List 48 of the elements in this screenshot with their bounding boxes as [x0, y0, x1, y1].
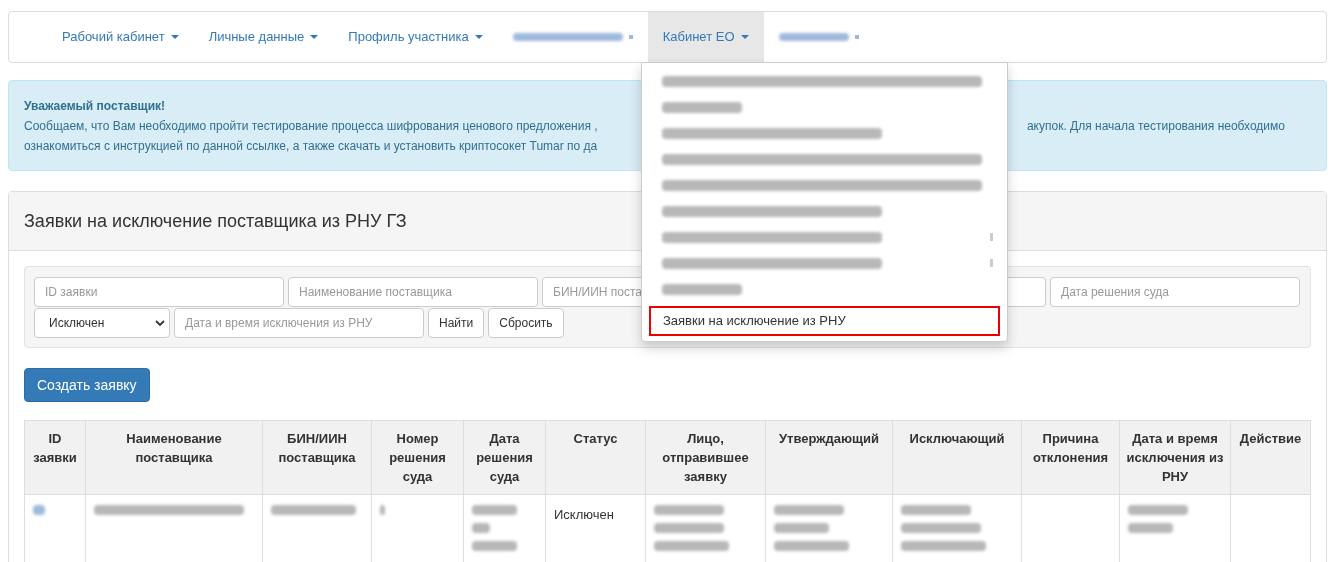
redacted-text: [654, 523, 724, 533]
column-header: Причина отклонения: [1021, 420, 1120, 495]
redacted-text: [778, 33, 849, 41]
nav-menu[interactable]: Кабинет ЕО: [647, 12, 764, 62]
filter-field[interactable]: Наименование поставщика: [288, 277, 538, 307]
redacted-text: [774, 505, 844, 515]
caret-icon: [474, 35, 483, 39]
alert-text: ознакомиться с инструкцией по данной ссылке, а также скачать и установить криптосокет Tumar по да: [24, 139, 598, 153]
redacted-text: [654, 505, 724, 515]
column-header: Исключающий: [892, 420, 1022, 495]
redacted-text: [1128, 505, 1188, 515]
column-header: Статус: [545, 420, 646, 495]
caret-icon: [740, 35, 749, 39]
create-button[interactable]: Создать заявку: [24, 368, 150, 402]
column-header: Утверждающий: [765, 420, 893, 495]
chevron-down-icon: [155, 320, 165, 326]
status-select[interactable]: Исключен: [34, 308, 170, 338]
column-header: Лицо, отправившее заявку: [645, 420, 766, 495]
filter-field[interactable]: Дата решения суда: [1050, 277, 1300, 307]
filter-button[interactable]: Найти: [428, 308, 485, 338]
alert-title: Уважаемый поставщик!: [24, 98, 166, 115]
redacted-text: [1128, 523, 1173, 533]
nav-menu[interactable]: Личные данные: [193, 12, 334, 62]
alert-text: Сообщаем, что Вам необходимо пройти тестирование процесса шифрования ценового предложения ,: [24, 118, 598, 135]
column-header: БИН/ИИН поставщика: [262, 420, 372, 495]
redacted-text: [380, 505, 385, 515]
column-header: Наименование поставщика: [85, 420, 263, 495]
redacted-text: [901, 505, 971, 515]
redacted-text: [472, 523, 490, 533]
redacted-text: [472, 505, 517, 515]
nav-menu[interactable]: Рабочий кабинет: [47, 12, 194, 62]
filter-button[interactable]: Сбросить: [488, 308, 564, 338]
column-header: ID заявки: [24, 420, 86, 495]
column-header: Номер решения суда: [371, 420, 464, 495]
filter-field[interactable]: ID заявки: [34, 277, 284, 307]
caret-icon: [170, 35, 179, 39]
caret-icon: [310, 35, 319, 39]
datetime-field[interactable]: Дата и время исключения из РНУ: [174, 308, 424, 338]
column-header: Действие: [1230, 420, 1311, 495]
column-header: Дата решения суда: [463, 420, 546, 495]
alert-text: акупок. Для начала тестирования необходимо: [1026, 118, 1285, 135]
menu-item[interactable]: Заявки на исключение из РНУ: [649, 306, 1000, 336]
redacted-text: [774, 523, 829, 533]
nav-menu[interactable]: Профиль участника: [333, 12, 498, 62]
redacted-text: [472, 541, 517, 551]
panel-title: Заявки на исключение поставщика из РНУ ГЗ: [24, 209, 407, 233]
column-header: Дата и время исключения из РНУ: [1119, 420, 1231, 495]
redacted-text: [33, 505, 45, 515]
